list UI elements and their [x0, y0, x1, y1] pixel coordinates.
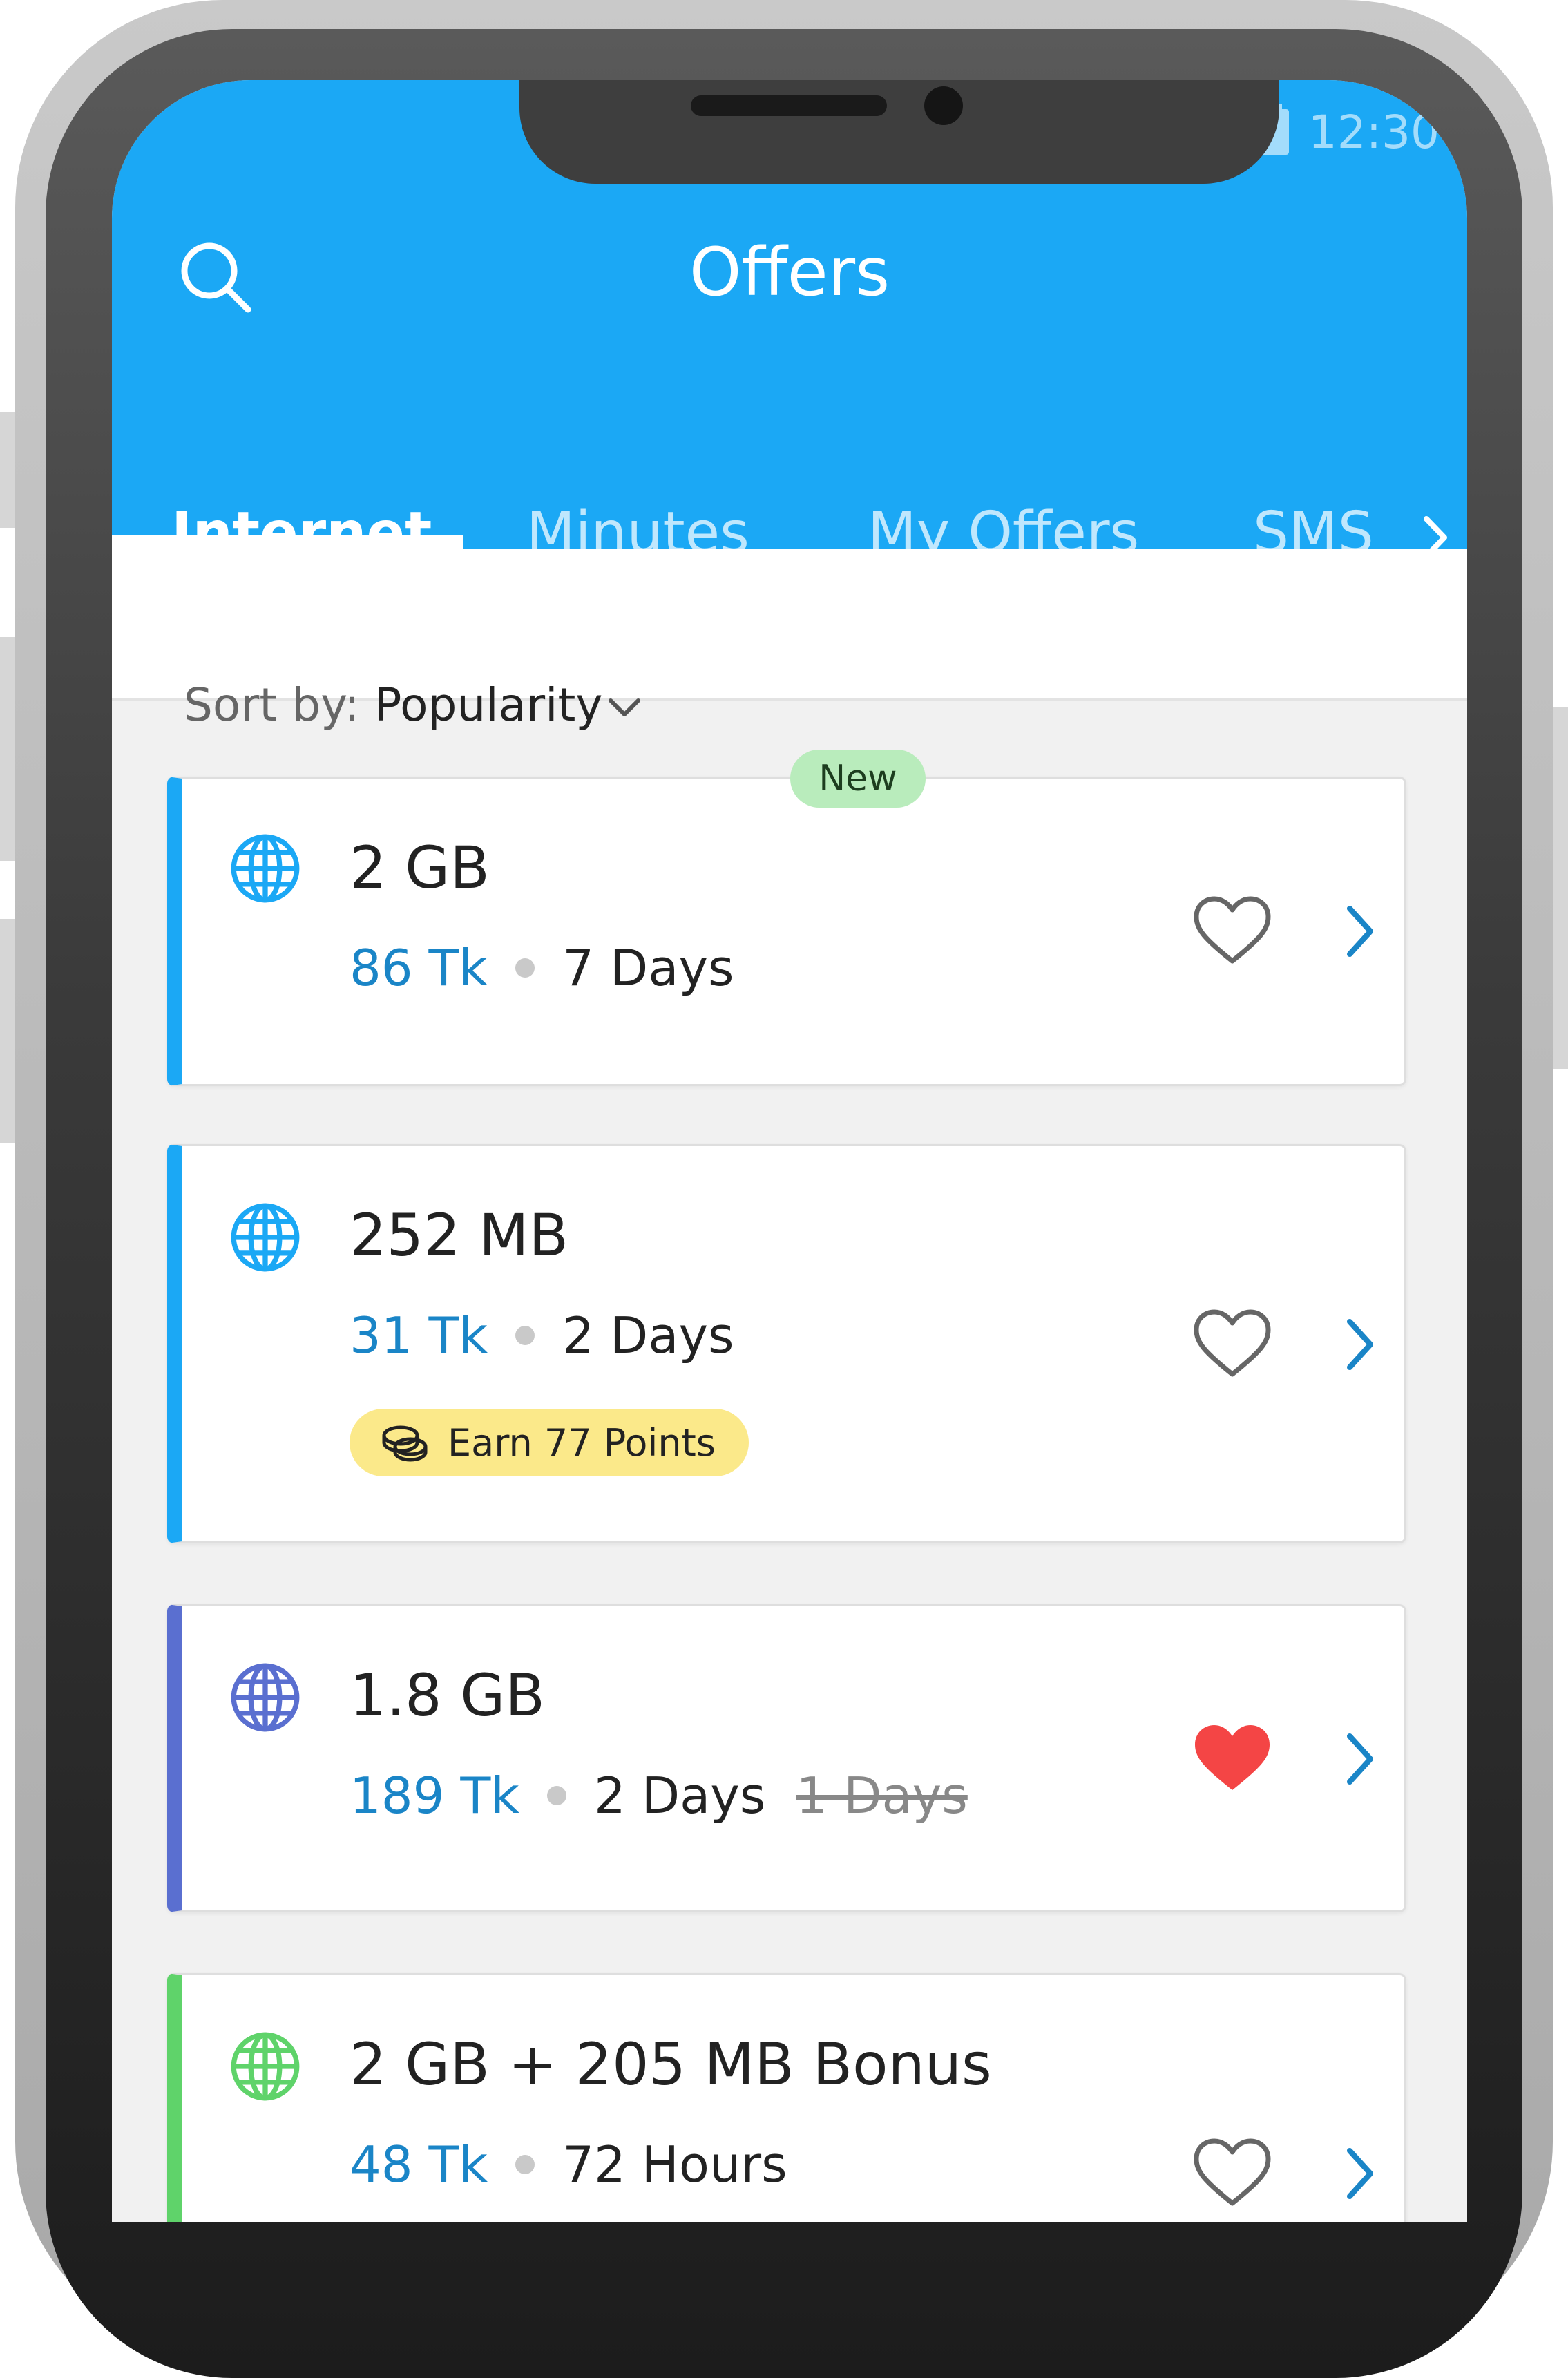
- offer-price: 189 Tk: [350, 1767, 519, 1825]
- sort-prefix: Sort by:: [184, 678, 360, 732]
- offer-meta: 31 Tk 2 Days: [350, 1306, 734, 1364]
- front-camera: [924, 86, 963, 125]
- phone-screen: 12:30 Offers Internet Minutes My Offers …: [112, 80, 1467, 2222]
- chevron-down-icon[interactable]: [604, 687, 645, 728]
- heart-filled-icon[interactable]: [1191, 1721, 1274, 1797]
- notch: [519, 80, 1279, 184]
- offer-title: 2 GB: [350, 834, 490, 902]
- offer-price: 86 Tk: [350, 939, 488, 997]
- points-label: Earn 77 Points: [448, 1420, 716, 1465]
- globe-icon: [231, 1663, 300, 1732]
- heart-outline-icon[interactable]: [1191, 893, 1274, 969]
- offer-duration: 72 Hours: [562, 2136, 787, 2194]
- sort-bar[interactable]: Sort by: Popularity: [112, 549, 1467, 732]
- chevron-right-icon[interactable]: [1332, 1721, 1387, 1797]
- offer-duration: 2 Days: [562, 1306, 734, 1364]
- heart-outline-icon[interactable]: [1191, 1306, 1274, 1382]
- offer-card[interactable]: 1.8 GB 189 Tk 2 Days 1 Days: [167, 1604, 1406, 1912]
- offer-meta: 189 Tk 2 Days 1 Days: [350, 1767, 968, 1825]
- page-title: Offers: [689, 234, 890, 311]
- offer-card[interactable]: 2 GB + 205 MB Bonus 48 Tk 72 Hours: [167, 1973, 1406, 2222]
- chevron-right-icon[interactable]: [1332, 893, 1387, 969]
- new-badge: New: [790, 750, 926, 808]
- offer-old-duration: 1 Days: [796, 1767, 968, 1825]
- sort-value: Popularity: [374, 678, 603, 732]
- active-tab-indicator: [112, 535, 463, 549]
- globe-icon: [231, 834, 300, 903]
- offer-title: 2 GB + 205 MB Bonus: [350, 2030, 992, 2098]
- separator-dot: [515, 958, 535, 978]
- chevron-right-icon[interactable]: [1332, 1306, 1387, 1382]
- offer-title: 252 MB: [350, 1201, 569, 1269]
- offer-price: 31 Tk: [350, 1306, 488, 1364]
- offer-card[interactable]: New 2 GB 86 Tk 7 Days: [167, 750, 1406, 1086]
- offer-meta: 48 Tk 72 Hours: [350, 2136, 787, 2194]
- chevron-right-icon[interactable]: [1332, 2136, 1387, 2211]
- offer-price: 48 Tk: [350, 2136, 488, 2194]
- heart-outline-icon[interactable]: [1191, 2136, 1274, 2211]
- separator-dot: [515, 1326, 535, 1345]
- offer-duration: 2 Days: [594, 1767, 766, 1825]
- separator-dot: [547, 1786, 566, 1805]
- globe-icon: [231, 1203, 300, 1272]
- coins-icon: [382, 1425, 428, 1462]
- separator-dot: [515, 2155, 535, 2174]
- offer-card[interactable]: 252 MB 31 Tk 2 Days Earn 77 Points: [167, 1144, 1406, 1543]
- sort-label: Sort by: Popularity: [184, 678, 602, 732]
- offer-meta: 86 Tk 7 Days: [350, 939, 734, 997]
- status-time: 12:30: [1308, 105, 1440, 159]
- globe-icon: [231, 2032, 300, 2101]
- offer-duration: 7 Days: [562, 939, 734, 997]
- offer-title: 1.8 GB: [350, 1662, 546, 1729]
- speaker: [691, 95, 887, 116]
- points-badge: Earn 77 Points: [350, 1409, 749, 1476]
